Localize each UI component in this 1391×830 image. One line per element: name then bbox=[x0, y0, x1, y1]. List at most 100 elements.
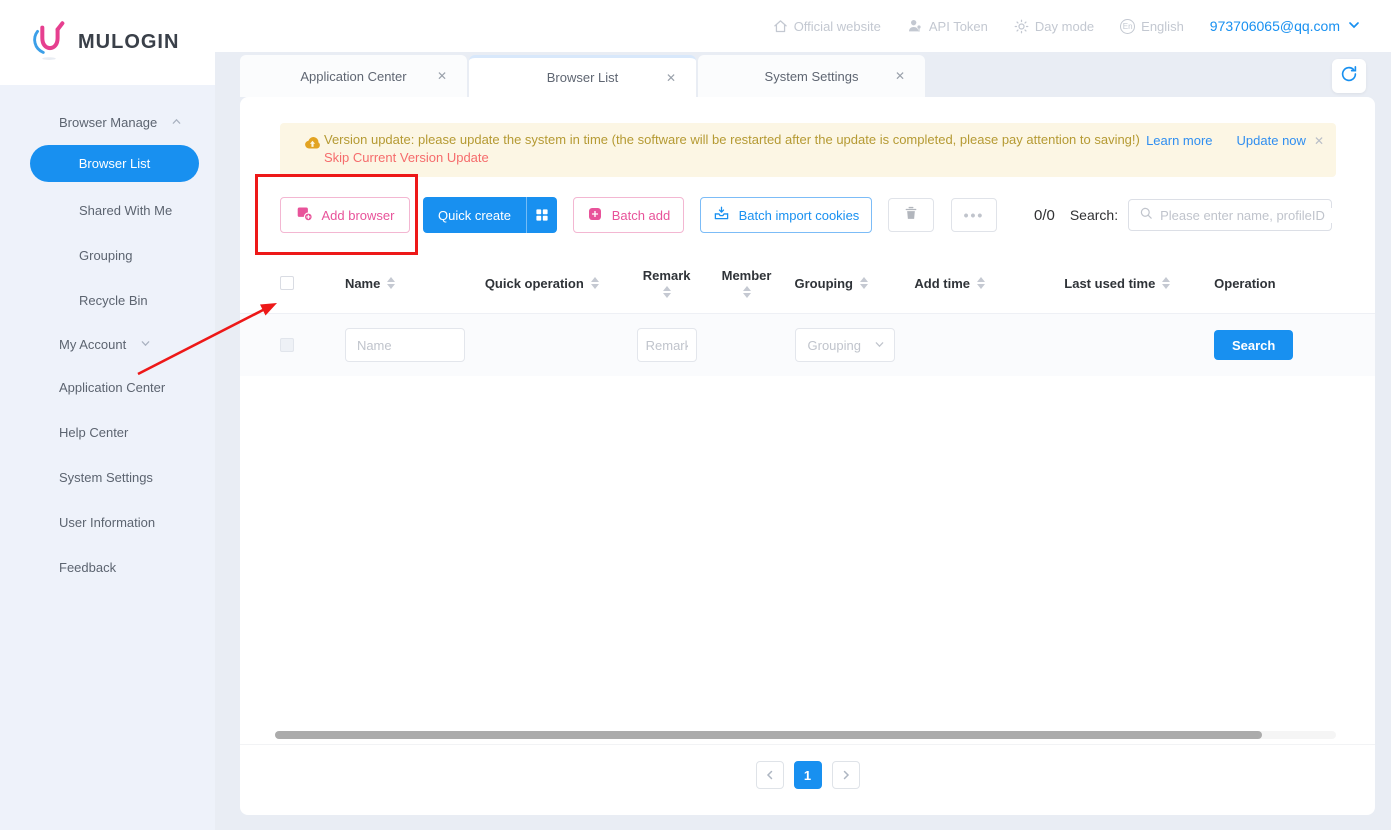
sidebar-item-user-information[interactable]: User Information bbox=[0, 500, 215, 545]
banner-close-icon[interactable]: ✕ bbox=[1314, 134, 1324, 148]
next-page-button[interactable] bbox=[832, 761, 860, 789]
api-token-label: API Token bbox=[929, 19, 988, 34]
previous-page-button[interactable] bbox=[756, 761, 784, 789]
delete-button[interactable] bbox=[888, 198, 934, 232]
sidebar-item-label: Browser Manage bbox=[59, 115, 157, 130]
chevron-down-icon bbox=[140, 337, 151, 352]
grouping-select-value: Grouping bbox=[808, 338, 861, 353]
sidebar-item-system-settings[interactable]: System Settings bbox=[0, 455, 215, 500]
tab-system-settings[interactable]: System Settings ✕ bbox=[698, 55, 925, 97]
selection-count: 0/0 bbox=[1034, 207, 1055, 224]
add-browser-icon bbox=[296, 205, 313, 225]
tab-application-center[interactable]: Application Center ✕ bbox=[240, 55, 467, 97]
batch-import-cookies-button[interactable]: Batch import cookies bbox=[700, 197, 872, 233]
account-menu[interactable]: 973706065@qq.com bbox=[1210, 18, 1361, 35]
sidebar-item-label: Shared With Me bbox=[79, 203, 172, 218]
sort-icon[interactable] bbox=[591, 277, 599, 289]
api-token-link[interactable]: API Token bbox=[907, 18, 988, 34]
brand-name: MULOGIN bbox=[78, 31, 179, 54]
name-filter-input[interactable] bbox=[345, 328, 465, 362]
sidebar-item-application-center[interactable]: Application Center bbox=[0, 365, 215, 410]
search-icon bbox=[1139, 206, 1153, 225]
update-now-link[interactable]: Update now bbox=[1237, 133, 1306, 148]
sort-icon[interactable] bbox=[860, 277, 868, 289]
trash-icon bbox=[903, 205, 919, 226]
account-email: 973706065@qq.com bbox=[1210, 18, 1340, 34]
filter-row: Grouping Search bbox=[240, 314, 1375, 376]
mulogin-app: Application Center ✕ Browser List ✕ Syst… bbox=[0, 0, 1391, 830]
sidebar-item-browser-manage[interactable]: Browser Manage bbox=[0, 101, 215, 143]
sidebar-item-label: My Account bbox=[59, 337, 126, 352]
day-mode-label: Day mode bbox=[1035, 19, 1094, 34]
select-all-checkbox[interactable] bbox=[280, 276, 294, 290]
cloud-upload-icon bbox=[304, 135, 321, 155]
empty-table-body bbox=[240, 376, 1375, 731]
close-icon[interactable]: ✕ bbox=[666, 71, 676, 85]
tab-label: Application Center bbox=[300, 69, 406, 84]
language-selector[interactable]: En English bbox=[1120, 19, 1184, 34]
horizontal-scrollbar[interactable] bbox=[275, 731, 1336, 739]
column-header-member: Member bbox=[722, 268, 772, 283]
grid-icon[interactable] bbox=[527, 197, 557, 233]
scrollbar-thumb[interactable] bbox=[275, 731, 1262, 739]
sidebar-item-label: Browser List bbox=[79, 156, 151, 171]
sidebar-item-browser-list[interactable]: Browser List bbox=[30, 145, 199, 182]
learn-more-link[interactable]: Learn more bbox=[1146, 133, 1212, 148]
column-header-last-used-time: Last used time bbox=[1064, 276, 1155, 291]
sidebar-item-my-account[interactable]: My Account bbox=[0, 323, 215, 365]
column-header-remark: Remark bbox=[643, 268, 691, 283]
import-cookies-icon bbox=[713, 205, 730, 225]
batch-add-button[interactable]: Batch add bbox=[573, 197, 684, 233]
sidebar-item-help-center[interactable]: Help Center bbox=[0, 410, 215, 455]
top-navigation: Official website API Token Day mode bbox=[215, 0, 1391, 52]
sidebar-item-label: User Information bbox=[59, 515, 155, 530]
mulogin-logo-icon bbox=[28, 18, 70, 67]
refresh-button[interactable] bbox=[1332, 59, 1366, 93]
logo: MULOGIN bbox=[0, 0, 215, 85]
column-header-name: Name bbox=[345, 276, 380, 291]
home-icon bbox=[773, 19, 788, 34]
side-menu: Browser Manage Browser List Shared With … bbox=[0, 85, 215, 830]
search-input[interactable] bbox=[1160, 208, 1336, 223]
close-icon[interactable]: ✕ bbox=[437, 69, 447, 83]
add-browser-label: Add browser bbox=[322, 208, 395, 223]
table-header-row: Name Quick operation Remark Member Group… bbox=[240, 253, 1375, 314]
language-label: English bbox=[1141, 19, 1184, 34]
tab-label: Browser List bbox=[547, 70, 619, 85]
page-1-button[interactable]: 1 bbox=[794, 761, 822, 789]
toolbar: Add browser Quick create bbox=[280, 197, 1336, 233]
more-actions-button[interactable]: ••• bbox=[951, 198, 997, 232]
api-token-icon bbox=[907, 18, 923, 34]
tab-browser-list[interactable]: Browser List ✕ bbox=[469, 55, 696, 97]
divider bbox=[240, 744, 1375, 745]
official-website-link[interactable]: Official website bbox=[773, 19, 881, 34]
global-search-field[interactable] bbox=[1128, 199, 1332, 231]
add-browser-button[interactable]: Add browser bbox=[280, 197, 410, 233]
skip-version-link[interactable]: Skip Current Version Update bbox=[324, 150, 1336, 165]
row-checkbox[interactable] bbox=[280, 338, 294, 352]
plus-square-icon bbox=[587, 206, 603, 225]
close-icon[interactable]: ✕ bbox=[895, 69, 905, 83]
browser-list-panel: Version update: please update the system… bbox=[240, 97, 1375, 815]
quick-create-label: Quick create bbox=[423, 197, 526, 233]
sort-icon[interactable] bbox=[387, 277, 395, 289]
quick-create-button[interactable]: Quick create bbox=[423, 197, 557, 233]
sort-icon[interactable] bbox=[743, 286, 751, 298]
sidebar-item-grouping[interactable]: Grouping bbox=[0, 233, 215, 278]
grouping-filter-select[interactable]: Grouping bbox=[795, 328, 895, 362]
filter-search-button[interactable]: Search bbox=[1214, 330, 1293, 360]
day-mode-toggle[interactable]: Day mode bbox=[1014, 19, 1094, 34]
sort-icon[interactable] bbox=[977, 277, 985, 289]
chevron-down-icon bbox=[874, 338, 885, 353]
remark-filter-input[interactable] bbox=[637, 328, 697, 362]
version-update-banner: Version update: please update the system… bbox=[280, 123, 1336, 177]
sort-icon[interactable] bbox=[1162, 277, 1170, 289]
pagination: 1 bbox=[240, 761, 1375, 815]
sidebar-item-feedback[interactable]: Feedback bbox=[0, 545, 215, 590]
column-header-operation: Operation bbox=[1214, 276, 1275, 291]
column-header-add-time: Add time bbox=[914, 276, 970, 291]
refresh-icon bbox=[1340, 65, 1358, 88]
sidebar-item-shared-with-me[interactable]: Shared With Me bbox=[0, 188, 215, 233]
sidebar-item-recycle-bin[interactable]: Recycle Bin bbox=[0, 278, 215, 323]
sort-icon[interactable] bbox=[663, 286, 671, 298]
